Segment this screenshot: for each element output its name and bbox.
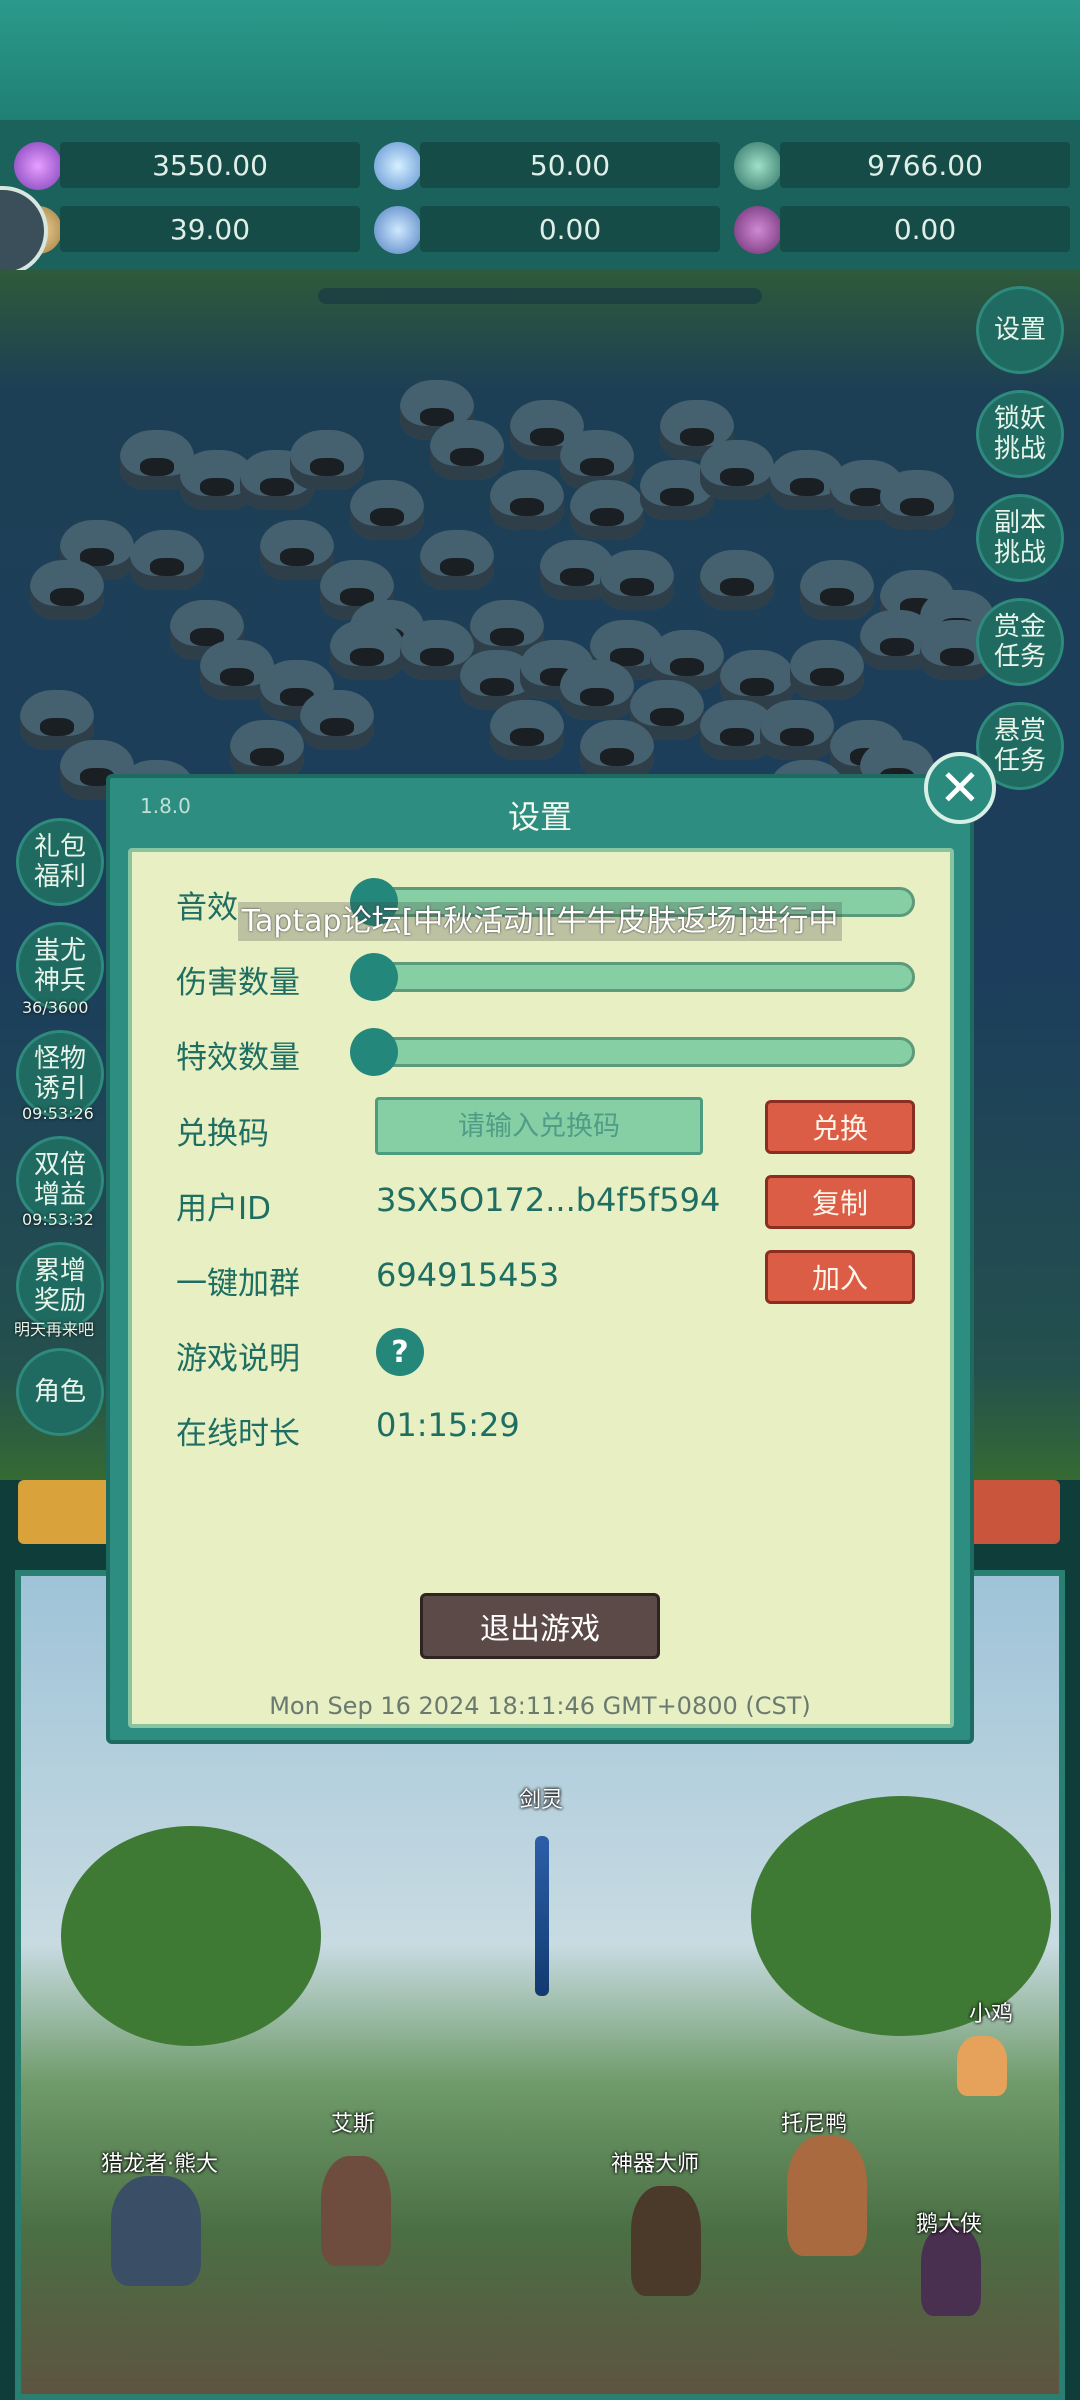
tony-duck-hero [787,2136,867,2256]
monster-sprite [570,480,644,540]
join-button[interactable]: 加入 [765,1250,915,1304]
monster-sprite [330,620,404,680]
resource-crystal-value: 50.00 [420,142,720,188]
resource-potion-value: 0.00 [780,206,1070,252]
online-time-label: 在线时长 [176,1416,300,1452]
sword-icon [535,1836,549,1996]
monster-sprite [700,440,774,500]
server-timestamp: Mon Sep 16 2024 18:11:46 GMT+0800 (CST) [269,1692,811,1720]
monster-sprite [290,430,364,490]
online-time-value: 01:15:29 [376,1406,520,1444]
hero-name-chicken: 小鸡 [969,2002,1014,2027]
goose-hero [921,2226,981,2316]
copy-button[interactable]: 复制 [765,1175,915,1229]
resource-gem-value: 3550.00 [60,142,360,188]
close-icon[interactable]: ✕ [924,752,996,824]
monster-sprite [490,470,564,530]
dragon-hunter-hero [111,2176,201,2286]
bottom-tab-right[interactable] [960,1480,1060,1544]
effect-count-label: 特效数量 [176,1040,300,1076]
tree-left [61,1826,321,2046]
join-group-label: 一键加群 [176,1266,300,1302]
damage-count-slider[interactable] [370,962,915,992]
monster-sprite [490,700,564,760]
damage-count-slider-thumb[interactable] [350,953,398,1001]
monster-sprite [430,420,504,480]
cumulative-reward-label: 累增奖励 [33,1256,86,1316]
effect-count-slider-thumb[interactable] [350,1028,398,1076]
monster-sprite [760,700,834,760]
chiyou-weapon-progress: 36/3600 [22,998,89,1017]
chiyou-weapon-label: 蚩尤神兵 [33,936,86,996]
resource-orb-value: 9766.00 [780,142,1070,188]
gift-welfare-button[interactable]: 礼包福利 [16,818,104,906]
hero-name-artifact-master: 神器大师 [611,2152,700,2177]
hero-name-sword: 剑灵 [519,1788,564,1813]
monster-sprite [260,520,334,580]
double-boost-timer: 09:53:32 [22,1210,94,1229]
monster-lure-label: 怪物诱引 [33,1044,86,1104]
exit-game-button[interactable]: 退出游戏 [420,1593,660,1659]
dungeon-challenge-button[interactable]: 副本挑战 [976,494,1064,582]
announcement-marquee: Taptap论坛[中秋活动][牛牛皮肤返场]进行中 [0,896,1080,941]
reward-task-label: 悬赏任务 [993,716,1046,776]
monster-sprite [600,550,674,610]
settings-button[interactable]: 设置 [976,286,1064,374]
monster-sprite [880,470,954,530]
bounty-gold-label: 赏金任务 [993,612,1046,672]
monster-sprite [350,480,424,540]
hero-name-dragon-hunter: 猎龙者·熊大 [101,2152,218,2177]
hero-name-tony-duck: 托尼鸭 [781,2112,848,2137]
demon-lock-label: 锁妖挑战 [993,404,1046,464]
resource-shard-value: 0.00 [420,206,720,252]
monster-sprite [560,660,634,720]
monster-sprite [420,530,494,590]
redeem-button[interactable]: 兑换 [765,1100,915,1154]
redeem-code-input[interactable] [375,1097,703,1155]
help-icon[interactable]: ? [376,1328,424,1376]
hero-name-goose: 鹅大侠 [916,2212,983,2237]
gift-welfare-label: 礼包福利 [33,832,86,892]
orb-icon [734,142,782,190]
character-button[interactable]: 角色 [16,1348,104,1436]
damage-count-label: 伤害数量 [176,965,300,1001]
announcement-text: Taptap论坛[中秋活动][牛牛皮肤返场]进行中 [237,902,843,941]
artifact-master-hero [631,2186,701,2296]
dungeon-label: 副本挑战 [993,508,1046,568]
settings-button-label: 设置 [993,315,1046,345]
redeem-code-label: 兑换码 [176,1116,269,1152]
top-banner [0,0,1080,130]
cumulative-reward-status: 明天再来吧 [14,1320,95,1339]
monster-sprite [800,560,874,620]
gem-icon [14,142,62,190]
monster-sprite [130,530,204,590]
resource-bar: 3550.00 50.00 9766.00 39.00 0.00 0.00 [0,120,1080,270]
character-label: 角色 [33,1377,86,1407]
monster-sprite [580,720,654,780]
user-id-value: 3SX5O172...b4f5f594 [376,1181,721,1219]
double-boost-label: 双倍增益 [33,1150,86,1210]
demon-lock-challenge-button[interactable]: 锁妖挑战 [976,390,1064,478]
hero-name-ace: 艾斯 [331,2112,376,2137]
monster-sprite [30,560,104,620]
game-guide-label: 游戏说明 [176,1341,300,1377]
monster-sprite [700,550,774,610]
crystal-icon [374,142,422,190]
shard-icon [374,206,422,254]
user-id-label: 用户ID [176,1191,272,1227]
monster-sprite [300,690,374,750]
ace-hero [321,2156,391,2266]
resource-horn-value: 39.00 [60,206,360,252]
group-number-value: 694915453 [376,1256,560,1294]
potion-icon [734,206,782,254]
dialog-title: 设置 [507,798,572,836]
monster-sprite [790,640,864,700]
chicken-hero [957,2036,1007,2096]
bounty-gold-task-button[interactable]: 赏金任务 [976,598,1064,686]
monster-sprite [230,720,304,780]
effect-count-slider[interactable] [370,1037,915,1067]
progress-track [318,288,762,304]
monster-lure-timer: 09:53:26 [22,1104,94,1123]
